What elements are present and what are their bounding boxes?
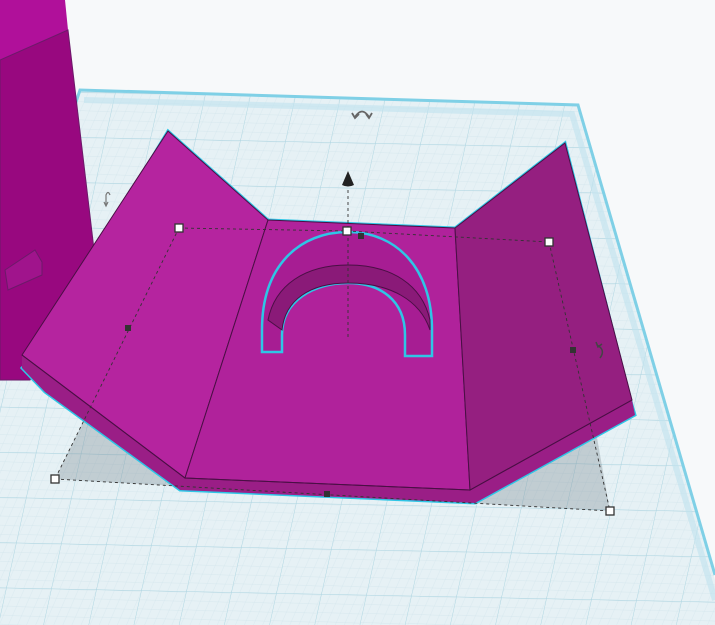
side-handle[interactable]	[125, 325, 131, 331]
3d-viewport[interactable]	[0, 0, 715, 625]
side-handle[interactable]	[324, 491, 330, 497]
side-handle[interactable]	[570, 347, 576, 353]
corner-handle[interactable]	[50, 474, 60, 484]
height-handle[interactable]	[342, 226, 352, 236]
corner-handle[interactable]	[544, 237, 554, 247]
corner-handle[interactable]	[174, 223, 184, 233]
corner-handle[interactable]	[605, 506, 615, 516]
side-handle[interactable]	[358, 233, 364, 239]
